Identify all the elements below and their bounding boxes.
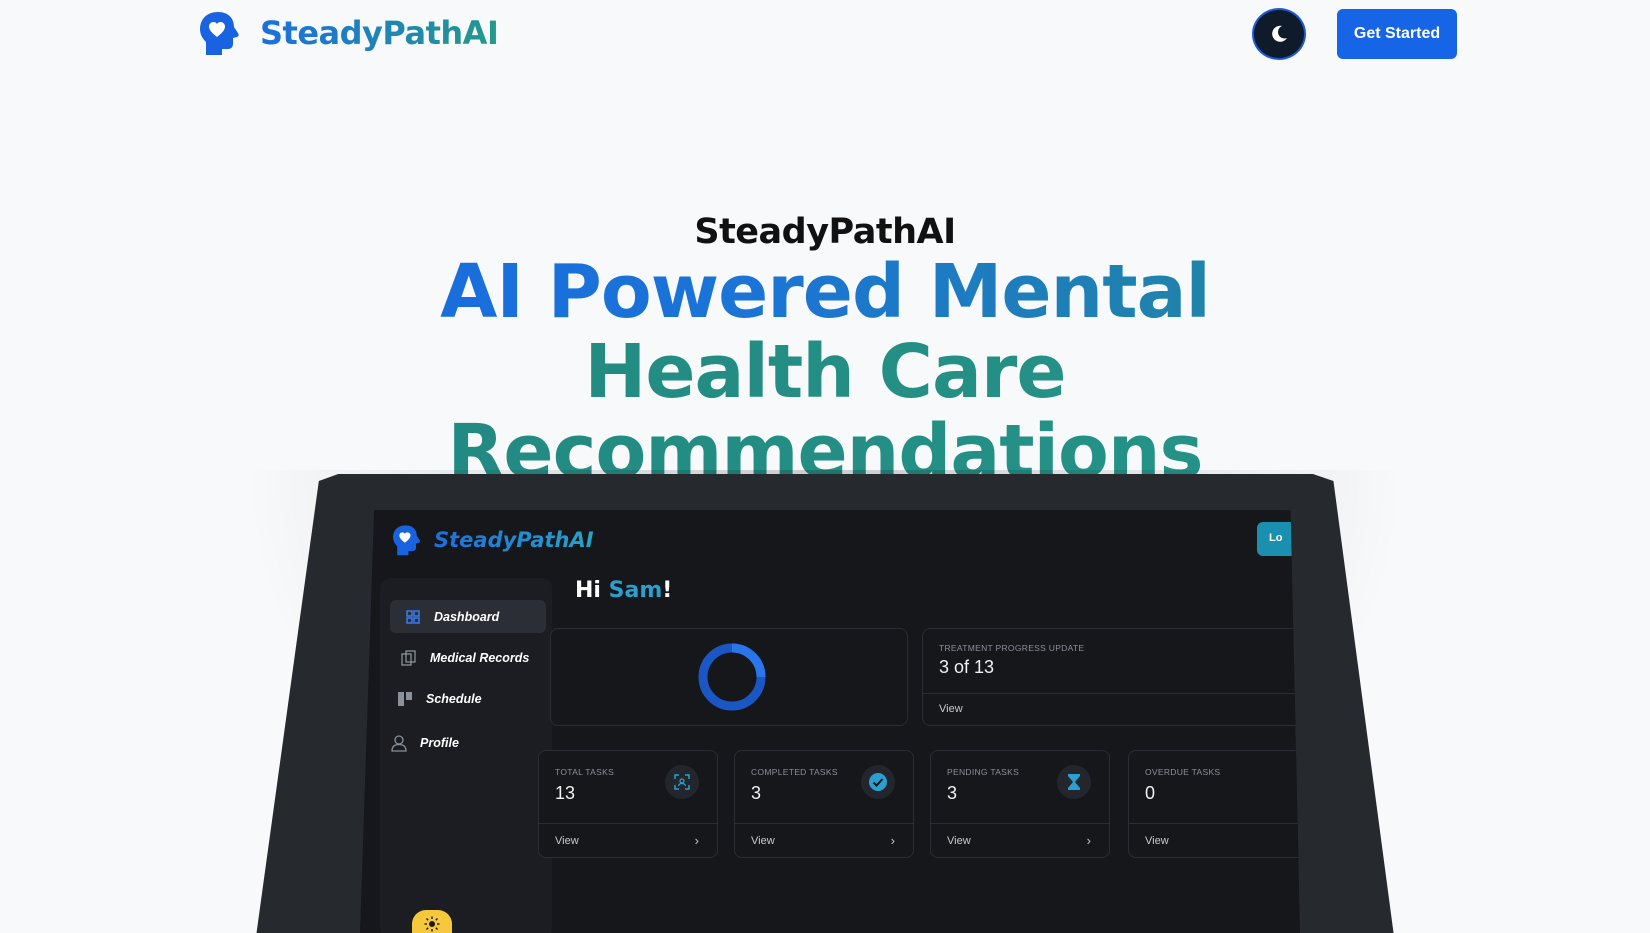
pending-tasks-card: PENDING TASKS 3 View › (930, 750, 1110, 858)
dark-mode-toggle-button[interactable] (1252, 8, 1306, 60)
head-heart-logo-icon (200, 12, 239, 55)
sidebar-item-label: Medical Records (430, 650, 530, 665)
get-started-button[interactable]: Get Started (1337, 9, 1457, 59)
top-navbar: SteadyPathAI Get Started (0, 0, 1650, 70)
chevron-right-icon[interactable]: › (695, 833, 699, 848)
scan-icon (665, 765, 699, 799)
hero-title: AI Powered Mental Health Care Recommenda… (0, 252, 1650, 492)
greeting-user-name: Sam (608, 578, 663, 603)
stat-label: OVERDUE TASKS (1145, 767, 1221, 777)
treatment-progress-label: TREATMENT PROGRESS UPDATE (939, 643, 1085, 653)
sidebar-item-label: Profile (420, 735, 459, 750)
hero-title-line-1: AI Powered Mental (0, 252, 1650, 332)
hourglass-icon (1057, 765, 1091, 799)
total-tasks-view-link[interactable]: View (555, 835, 579, 847)
schedule-icon (396, 690, 414, 708)
sidebar-item-profile[interactable]: Profile (376, 726, 536, 759)
dashboard-icon (404, 608, 422, 626)
app-brand-name: SteadyPathAI (434, 528, 594, 552)
stat-value: 0 (1145, 783, 1156, 803)
chevron-right-icon[interactable]: › (1087, 833, 1091, 848)
hero-title-line-2: Health Care (0, 332, 1650, 412)
card-divider (923, 693, 1300, 694)
app-sidebar: Dashboard Medical Records Schedule Profi… (380, 578, 552, 933)
sidebar-item-label: Schedule (426, 691, 482, 706)
stat-value: 13 (555, 783, 576, 803)
light-mode-toggle-button[interactable] (412, 910, 452, 933)
profile-icon (390, 734, 408, 752)
moon-icon (1272, 25, 1287, 42)
loading-spinner-icon (698, 643, 766, 711)
overdue-tasks-view-link[interactable]: View (1145, 835, 1169, 847)
hero-subtitle: SteadyPathAI (694, 212, 956, 252)
treatment-progress-value: 3 of 13 (939, 657, 995, 677)
card-divider (931, 823, 1109, 824)
completed-tasks-card: COMPLETED TASKS 3 View › (734, 750, 914, 858)
brand-name: SteadyPathAI (260, 14, 499, 52)
sidebar-item-medical-records[interactable]: Medical Records (386, 641, 546, 674)
records-icon (400, 649, 418, 667)
brand-logo-link[interactable]: SteadyPathAI (200, 10, 499, 56)
greeting-prefix: Hi (575, 578, 609, 603)
chevron-right-icon[interactable]: › (891, 833, 895, 848)
check-circle-icon (861, 765, 895, 799)
completed-tasks-view-link[interactable]: View (751, 835, 775, 847)
treatment-progress-card: TREATMENT PROGRESS UPDATE 3 of 13 View (922, 628, 1300, 726)
treatment-progress-view-link[interactable]: View (939, 703, 963, 715)
pending-tasks-view-link[interactable]: View (947, 835, 971, 847)
head-heart-logo-icon (393, 525, 420, 556)
stat-label: PENDING TASKS (947, 767, 1020, 777)
card-divider (539, 823, 717, 824)
greeting-suffix: ! (662, 578, 673, 603)
greeting-heading: Hi Sam! (575, 578, 672, 603)
total-tasks-card: TOTAL TASKS 13 View › (538, 750, 718, 858)
overdue-tasks-card: OVERDUE TASKS 0 View (1128, 750, 1300, 858)
app-brand: SteadyPathAI (392, 524, 594, 556)
progress-chart-card (550, 628, 908, 726)
stat-label: COMPLETED TASKS (751, 767, 838, 777)
stat-label: TOTAL TASKS (555, 767, 615, 777)
stat-value: 3 (751, 783, 762, 803)
card-divider (1129, 823, 1300, 824)
laptop-screen-app-preview: SteadyPathAI Lo Dashboard Medical Record… (360, 510, 1300, 933)
sidebar-item-dashboard[interactable]: Dashboard (390, 600, 546, 633)
sidebar-item-schedule[interactable]: Schedule (382, 682, 542, 715)
sun-icon (424, 916, 440, 932)
stat-value: 3 (947, 783, 958, 803)
sidebar-item-label: Dashboard (434, 609, 500, 624)
card-divider (735, 823, 913, 824)
